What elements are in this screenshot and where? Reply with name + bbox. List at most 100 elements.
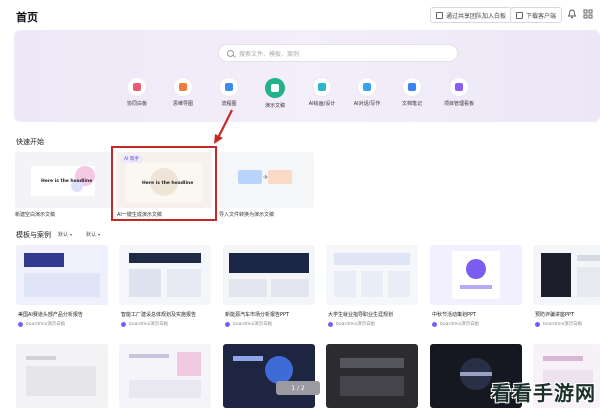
tool-label: 演示文稿 [264,103,285,109]
template-thumb [119,245,211,305]
template-card[interactable] [533,245,600,305]
import-file-card[interactable] [218,152,314,208]
search-input[interactable]: 搜索文件、模板、案例 [218,44,458,62]
template-thumb [326,245,418,305]
document-icon [408,83,416,91]
tool-flowchart[interactable]: 流程图 [204,78,254,107]
boardmix-logo-icon [328,321,333,327]
join-team-label: 通过共享团队加入白板 [446,12,507,20]
template-card[interactable] [223,245,315,305]
boardmix-logo-icon [225,321,230,327]
template-meta: boardmix演示白板 [121,321,168,327]
filter-dropdown-1[interactable]: 默认 ▾ [58,231,72,238]
tool-label: 项目管理看板 [443,101,474,107]
template-thumb [533,245,600,305]
blank-presentation-label: 新建空白演示文稿 [15,212,56,218]
blank-presentation-card[interactable]: Here is the headline [15,152,111,208]
boardmix-logo-icon [535,321,540,327]
template-card[interactable] [430,245,522,305]
tool-label: 文档笔记 [401,101,422,107]
template-title[interactable]: 大学生就业指导职业生涯规划 [328,311,420,318]
boardmix-logo-icon [18,321,23,327]
template-meta: boardmix演示白板 [18,321,65,327]
tool-ai-design[interactable]: AI绘画/设计 [297,78,347,107]
tool-tile [358,78,376,96]
template-thumb [430,245,522,305]
tool-tile [450,78,468,96]
template-title[interactable]: 中秋节活动策划PPT [432,311,524,318]
tool-label: AI对话/写作 [353,101,381,107]
filter-2-label: 默认 [86,232,97,238]
presentation-icon [271,84,279,92]
share-icon [436,11,443,19]
import-thumb [218,152,314,208]
template-title[interactable]: 预防诈骗讲座PPT [535,311,600,318]
filter-1-label: 默认 [58,232,69,238]
tool-tile [128,78,146,96]
template-card[interactable] [16,245,108,305]
tool-tile [265,78,285,98]
chevron-down-icon: ▾ [70,232,73,237]
template-thumb-row2[interactable] [223,344,315,408]
tool-whiteboard[interactable]: 协同白板 [112,78,162,107]
kanban-icon [455,83,463,91]
tool-ai-writing[interactable]: AI对话/写作 [342,78,392,107]
page-title: 首页 [16,11,38,24]
template-source: boardmix演示白板 [233,322,273,327]
pager[interactable]: 1 / 2 [276,381,320,395]
highlight-box [111,146,217,221]
boardmix-logo-icon [121,321,126,327]
tool-tile [220,78,238,96]
annotation-arrow-icon [214,109,233,144]
ai-writing-icon [363,83,371,91]
template-source: boardmix演示白板 [543,322,583,327]
watermark: 看看手游网 [491,381,596,405]
tool-document[interactable]: 文档笔记 [387,78,437,107]
grid-menu-icon[interactable] [583,9,593,19]
tool-presentation[interactable]: 演示文稿 [250,78,300,109]
template-card[interactable] [326,245,418,305]
template-title[interactable]: 智能工厂建设总体规划及实施报告 [121,311,213,318]
template-title[interactable]: 美国AI赛道头部产品分析报告 [18,311,110,318]
import-file-label: 导入文件转换为演示文稿 [219,212,275,218]
page: 首页 通过共享团队加入白板 下载客户端 搜索文件、模板、案例 协同白板 思维导图 流… [0,0,600,408]
whiteboard-icon [133,83,141,91]
tool-label: 流程图 [221,101,237,107]
template-meta: boardmix演示白板 [432,321,479,327]
download-client-button[interactable]: 下载客户端 [510,7,563,23]
template-meta: boardmix演示白板 [225,321,272,327]
template-thumb [16,245,108,305]
thumb-headline: Here is the headline [41,179,93,184]
download-client-label: 下载客户端 [526,12,557,20]
tool-tile [403,78,421,96]
filter-dropdown-2[interactable]: 默认 ▾ [86,231,100,238]
template-card[interactable] [119,245,211,305]
boardmix-logo-icon [432,321,437,327]
ai-design-icon [318,83,326,91]
join-team-button[interactable]: 通过共享团队加入白板 [430,7,513,23]
header: 首页 通过共享团队加入白板 下载客户端 [0,0,600,30]
template-thumb-row2[interactable] [119,344,211,408]
mindmap-icon [179,83,187,91]
template-source: boardmix演示白板 [336,322,376,327]
search-placeholder: 搜索文件、模板、案例 [239,50,300,58]
bell-icon[interactable] [567,9,577,19]
template-meta: boardmix演示白板 [328,321,375,327]
tool-label: AI绘画/设计 [308,101,336,107]
tool-tile [174,78,192,96]
tool-label: 协同白板 [126,101,147,107]
template-thumb-row2[interactable] [16,344,108,408]
tool-kanban[interactable]: 项目管理看板 [434,78,484,107]
tool-tile [313,78,331,96]
tool-label: 思维导图 [172,101,193,107]
template-meta: boardmix演示白板 [535,321,582,327]
template-thumb-row2[interactable] [326,344,418,408]
quick-start-title: 快速开始 [16,138,44,146]
template-title[interactable]: 新能源汽车市场分析报告PPT [225,311,317,318]
template-thumb [223,245,315,305]
search-icon [227,49,234,57]
tool-row: 协同白板 思维导图 流程图 演示文稿 AI绘画/设计 AI对话/写作 文档笔记 项目管理看板 [0,78,600,118]
templates-title: 模板与案例 [16,231,51,239]
tool-mindmap[interactable]: 思维导图 [158,78,208,107]
template-source: boardmix演示白板 [129,322,169,327]
